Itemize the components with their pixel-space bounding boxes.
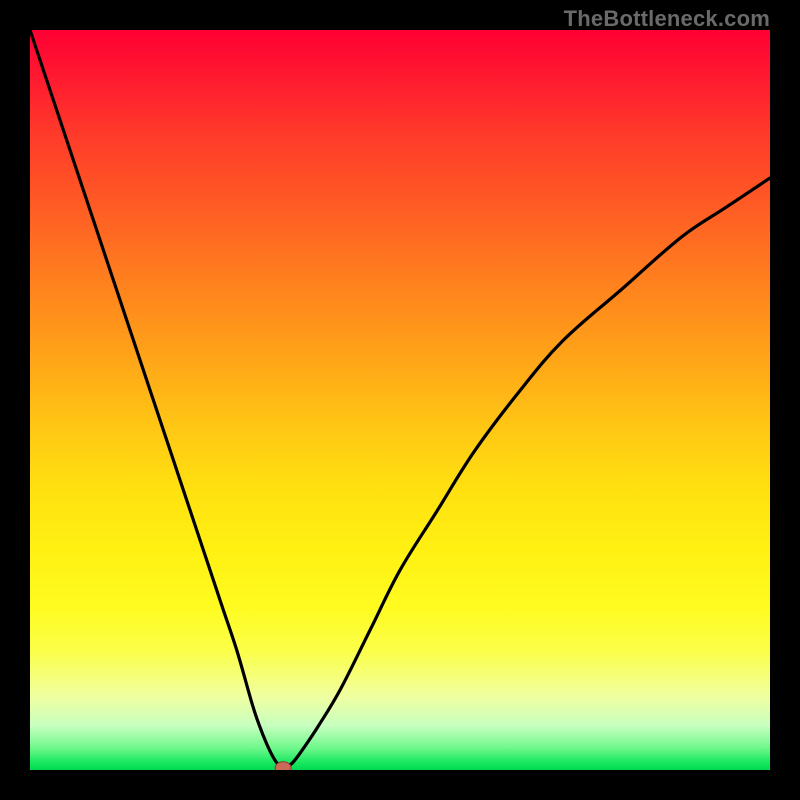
plot-area	[30, 30, 770, 770]
bottleneck-curve	[30, 30, 770, 767]
curve-layer	[30, 30, 770, 770]
watermark-label: TheBottleneck.com	[564, 6, 770, 32]
min-marker-icon	[275, 762, 291, 770]
chart-frame: TheBottleneck.com	[0, 0, 800, 800]
